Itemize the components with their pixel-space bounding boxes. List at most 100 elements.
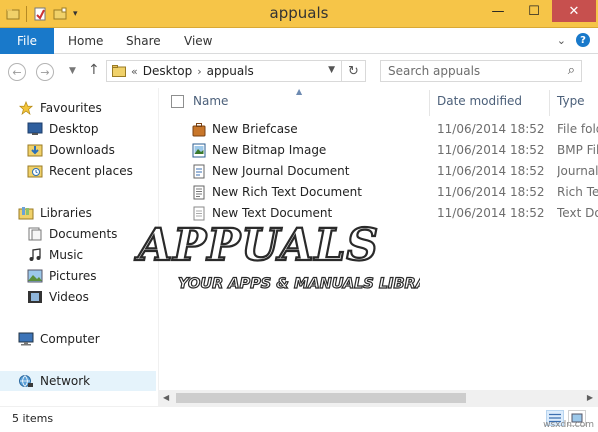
scroll-left-icon[interactable]: ◀ (163, 393, 169, 402)
sidebar-item-label: Recent places (49, 164, 133, 178)
minimize-button[interactable]: — (480, 0, 516, 22)
nav-network-label: Network (40, 374, 91, 388)
column-divider[interactable] (549, 90, 550, 116)
breadcrumb-overflow[interactable]: « (131, 65, 138, 78)
table-row[interactable]: New Text Document 11/06/2014 18:52 Text … (159, 203, 598, 224)
refresh-button[interactable]: ↻ (342, 60, 366, 82)
journal-icon (193, 164, 205, 179)
sidebar-item-documents[interactable]: Documents (0, 224, 156, 244)
sidebar-item-label: Videos (49, 290, 89, 304)
table-row[interactable]: New Bitmap Image 11/06/2014 18:52 BMP Fi… (159, 140, 598, 161)
nav-computer[interactable]: Computer (0, 329, 156, 349)
file-date: 11/06/2014 18:52 (437, 206, 545, 220)
bitmap-icon (192, 143, 206, 158)
column-header-name[interactable]: Name (193, 94, 228, 108)
breadcrumb-appuals[interactable]: appuals (207, 64, 254, 78)
sidebar-item-downloads[interactable]: Downloads (0, 140, 156, 160)
column-divider[interactable] (429, 90, 430, 116)
file-date: 11/06/2014 18:52 (437, 122, 545, 136)
sidebar-item-label: Downloads (49, 143, 115, 157)
nav-libraries[interactable]: Libraries (0, 203, 156, 223)
file-type: Text Document (557, 206, 598, 220)
scroll-right-icon[interactable]: ▶ (587, 393, 593, 402)
breadcrumb-desktop[interactable]: Desktop (143, 64, 193, 78)
sidebar-item-label: Music (49, 248, 84, 262)
nav-computer-label: Computer (40, 332, 100, 346)
up-arrow-icon[interactable]: ↑ (88, 62, 100, 78)
tab-view[interactable]: View (184, 34, 212, 48)
expand-ribbon-icon[interactable]: ⌄ (557, 34, 566, 47)
maximize-button[interactable]: ☐ (516, 0, 552, 22)
search-input[interactable]: Search appuals ⌕ (380, 60, 582, 82)
close-button[interactable]: ✕ (552, 0, 596, 22)
music-icon (29, 248, 41, 261)
status-bar: 5 items wsxdn.com (0, 406, 598, 432)
documents-icon (28, 227, 42, 241)
recent-locations-icon[interactable]: ▼ (69, 66, 76, 76)
ribbon: File Home Share View ⌄ ? (0, 28, 598, 54)
address-bar[interactable]: « Desktop › appuals ▼ (106, 60, 342, 82)
sidebar-item-label: Pictures (49, 269, 97, 283)
column-header-date-modified[interactable]: Date modified (437, 94, 522, 108)
forward-button[interactable]: → (36, 63, 54, 81)
horizontal-scrollbar[interactable]: ◀ ▶ (158, 390, 598, 406)
scroll-thumb[interactable] (176, 393, 466, 403)
sidebar-item-label: Documents (49, 227, 118, 241)
table-row[interactable]: New Briefcase 11/06/2014 18:52 File fold… (159, 119, 598, 140)
column-header-type[interactable]: Type (557, 94, 585, 108)
file-type: Journal Document (557, 164, 598, 178)
file-date: 11/06/2014 18:52 (437, 143, 545, 157)
file-type: Rich Text Document (557, 185, 598, 199)
ribbon-controls: ⌄ ? (557, 33, 590, 47)
rtf-icon (193, 185, 205, 200)
table-row[interactable]: New Rich Text Document 11/06/2014 18:52 … (159, 182, 598, 203)
address-dropdown-icon[interactable]: ▼ (328, 65, 335, 75)
sidebar-item-desktop[interactable]: Desktop (0, 119, 156, 139)
file-type: BMP File (557, 143, 598, 157)
tab-share[interactable]: Share (126, 34, 161, 48)
file-name: New Briefcase (212, 122, 298, 136)
file-date: 11/06/2014 18:52 (437, 164, 545, 178)
star-icon (18, 101, 34, 115)
help-icon[interactable]: ? (576, 33, 590, 47)
breadcrumb-separator[interactable]: › (197, 65, 201, 78)
network-icon (19, 375, 33, 387)
recent-places-icon (27, 165, 43, 178)
back-button[interactable]: ← (8, 63, 26, 81)
address-row: ← → ▼ ↑ « Desktop › appuals ▼ ↻ Search a… (0, 54, 598, 88)
sidebar-item-pictures[interactable]: Pictures (0, 266, 156, 286)
sidebar-item-videos[interactable]: Videos (0, 287, 156, 307)
item-count: 5 items (12, 412, 54, 425)
select-all-checkbox[interactable] (171, 95, 184, 108)
site-watermark: wsxdn.com (543, 420, 594, 430)
search-placeholder: Search appuals (388, 64, 481, 78)
nav-network[interactable]: Network (0, 371, 156, 391)
file-name: New Journal Document (212, 164, 350, 178)
file-type: File folder (557, 122, 598, 136)
computer-icon (18, 332, 34, 346)
nav-favourites[interactable]: Favourites (0, 98, 156, 118)
downloads-icon (27, 144, 43, 157)
navigation-pane: Favourites Desktop Downloads Recent plac… (0, 88, 156, 406)
folder-icon (112, 65, 126, 77)
nav-favourites-label: Favourites (40, 101, 102, 115)
tab-file[interactable]: File (0, 28, 54, 54)
search-icon[interactable]: ⌕ (568, 63, 575, 78)
briefcase-icon (192, 123, 206, 137)
sidebar-item-label: Desktop (49, 122, 99, 136)
sidebar-item-recent-places[interactable]: Recent places (0, 161, 156, 181)
sort-ascending-icon: ▲ (296, 87, 303, 96)
table-row[interactable]: New Journal Document 11/06/2014 18:52 Jo… (159, 161, 598, 182)
desktop-icon (27, 122, 43, 135)
tab-home[interactable]: Home (68, 34, 103, 48)
file-date: 11/06/2014 18:52 (437, 185, 545, 199)
sidebar-item-music[interactable]: Music (0, 245, 156, 265)
nav-libraries-label: Libraries (40, 206, 92, 220)
libraries-icon (18, 207, 34, 220)
window-controls: — ☐ ✕ (480, 0, 596, 22)
file-name: New Rich Text Document (212, 185, 362, 199)
videos-icon (28, 291, 42, 303)
file-name: New Bitmap Image (212, 143, 327, 157)
file-name: New Text Document (212, 206, 333, 220)
title-bar: ▾ appuals — ☐ ✕ (0, 0, 598, 28)
